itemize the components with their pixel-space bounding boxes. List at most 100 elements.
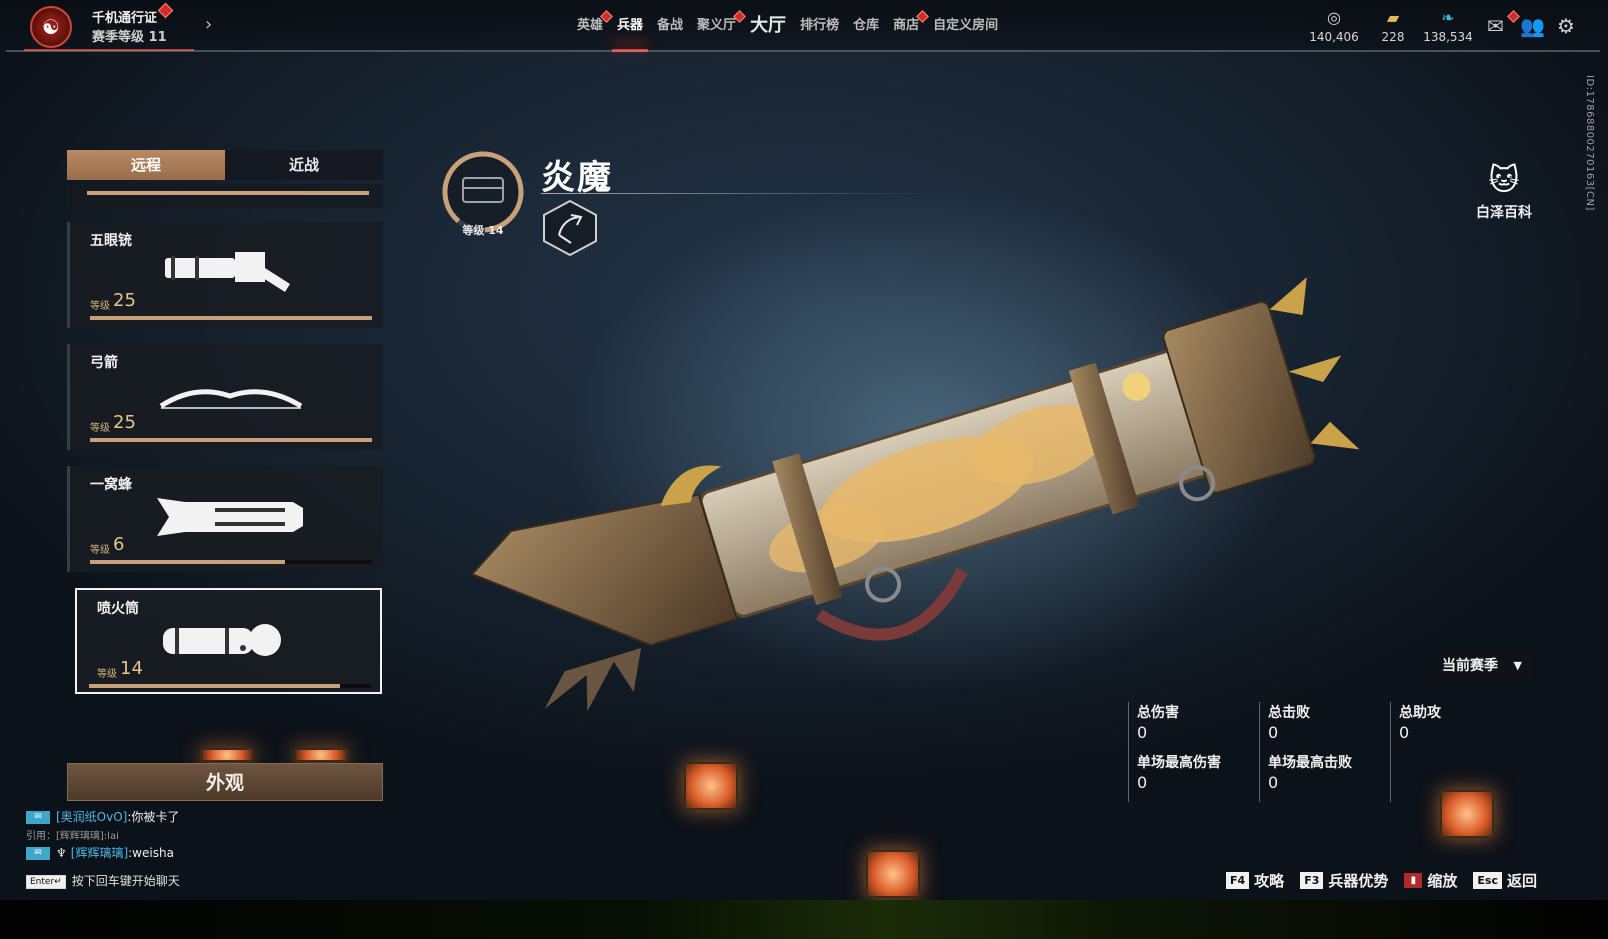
nav-leaderboard[interactable]: 排行榜 [793,0,846,52]
chevron-right-icon[interactable]: › [205,14,212,35]
xp-fill [89,684,340,688]
key-f3: F3 [1300,871,1324,889]
stat-max-damage: 单场最高伤害 0 [1137,752,1221,792]
chat-log[interactable]: ✉ [奥润纸OvO]:你被卡了 引用：[辉辉璃璃]:lai ✉ ♆ [辉辉璃璃]:we… [26,808,366,862]
stat-value: 0 [1137,723,1148,742]
currency-tickets[interactable]: ▰ 228 [1370,8,1416,44]
xp-fill [90,438,372,442]
stat-value: 0 [1268,723,1279,742]
flamethrower-weapon-model [470,277,1360,712]
nav-label: 商店 [893,18,920,33]
rocket-launcher-icon [157,498,303,536]
encyclopedia-button[interactable]: 🐱 白泽百科 [1468,160,1540,222]
weapon-name: 弓箭 [90,355,118,371]
bow-icon [159,389,303,409]
nav-weapons[interactable]: 兵器 [610,0,650,52]
nav-shop[interactable]: 商店 [886,0,929,52]
weapon-stats: 总伤害 0 总击败 0 总助攻 0 单场最高伤害 0 单场最高击败 0 [1128,702,1518,802]
hotkey-zoom[interactable]: ▮ 缩放 [1404,870,1457,890]
battle-pass-logo[interactable]: ☯ [30,6,72,48]
ticket-icon: ▰ [1386,8,1400,27]
weapon-card-five-eye-gun[interactable]: 五眼铳 等级 25 [67,222,383,328]
currency-coins[interactable]: ◎ 140,406 [1304,8,1364,44]
weapon-card-flamethrower[interactable]: 喷火筒 等级 14 [75,588,382,694]
five-eye-gun-icon [165,252,290,292]
weapon-category-tabs: 远程 近战 [67,150,383,180]
stat-label: 单场最高击败 [1268,755,1352,771]
hotkey-label: 缩放 [1427,871,1458,890]
friends-icon[interactable]: 👥 [1520,14,1545,38]
hotkey-guide[interactable]: F4 攻略 [1226,870,1284,890]
currency-feathers[interactable]: ❧ 138,534 [1416,8,1480,44]
guild-emblem-icon: ♆ [56,846,67,860]
divider [6,50,1600,52]
season-level: 赛季等级 11 [92,30,167,45]
nav-custom-room[interactable]: 自定义房间 [926,0,1005,52]
nav-label: 聚义厅 [697,18,737,33]
nav-prepare[interactable]: 备战 [650,0,690,52]
lantern [866,850,920,898]
ranged-weapon-icon[interactable] [541,199,599,257]
chat-hint[interactable]: Enter↵ 按下回车键开始聊天 [26,872,180,889]
enter-key-icon: Enter↵ [26,874,66,889]
nav-label: 排行榜 [800,18,840,33]
weapon-card-bow[interactable]: 弓箭 等级 25 [67,344,383,450]
xp-bar [90,560,372,564]
key-f4: F4 [1226,871,1250,889]
lantern [684,762,738,810]
nav-label: 兵器 [617,18,644,33]
stat-total-kills: 总击败 0 [1268,702,1310,742]
chat-channel-icon: ✉ [26,811,50,824]
stat-total-assists: 总助攻 0 [1399,702,1441,742]
chat-sender[interactable]: [辉辉璃璃] [71,846,128,860]
encyclopedia-label: 白泽百科 [1476,205,1532,221]
xp-bar [90,438,372,442]
appearance-button[interactable]: 外观 [67,763,383,801]
stat-total-damage: 总伤害 0 [1137,702,1179,742]
xp-fill [90,316,372,320]
nav-warehouse[interactable]: 仓库 [846,0,886,52]
divider [541,193,931,194]
season-dropdown[interactable]: 当前赛季 ▼ [1434,651,1532,681]
nav-label: 大厅 [750,15,787,36]
tab-ranged[interactable]: 远程 [67,150,225,180]
mail-icon[interactable]: ✉ [1487,14,1504,38]
gear-icon[interactable]: ⚙ [1557,14,1575,38]
battle-pass-title[interactable]: 千机通行证 [92,7,157,26]
chat-message: ✉ [奥润纸OvO]:你被卡了 [26,808,366,826]
hotkey-weapon-advantage[interactable]: F3 兵器优势 [1300,870,1388,890]
notification-dot [1507,10,1520,23]
chat-message: ✉ ♆ [辉辉璃璃]:weisha [26,844,366,862]
currency-value: 140,406 [1309,30,1359,44]
tab-melee[interactable]: 近战 [225,150,383,180]
level-label: 等级 [90,423,110,434]
chat-text: :weisha [128,846,174,860]
level-value: 14 [120,658,143,679]
nav-heroes[interactable]: 英雄 [570,0,613,52]
chat-sender[interactable]: [奥润纸OvO] [56,810,127,824]
background-strip [0,900,1608,939]
divider [1259,702,1260,802]
weapon-card-partial[interactable] [67,184,383,208]
feather-icon: ❧ [1441,8,1455,27]
flamethrower-icon [163,624,281,656]
nav-label: 备战 [657,18,684,33]
top-bar: ☯ 千机通行证 赛季等级 11 › 英雄 兵器 备战 聚义厅 大厅 排行榜 仓库… [0,0,1608,52]
lantern [294,748,348,762]
hotkey-back[interactable]: Esc 返回 [1473,870,1537,890]
chat-quote-text: 引用：[辉辉璃璃]:lai [26,831,119,842]
nav-guild-hall[interactable]: 聚义厅 [690,0,746,52]
lantern [200,748,254,762]
level-value: 25 [113,412,136,433]
nav-lobby[interactable]: 大厅 [743,0,793,52]
stat-value: 0 [1268,773,1279,792]
weapon-name: 五眼铳 [90,233,132,249]
player-id: ID:178688002701​63[CN] [1584,75,1595,211]
hotkey-label: 返回 [1506,871,1537,890]
currency-value: 138,534 [1423,30,1473,44]
chat-text: :你被卡了 [127,810,180,824]
xp-fill [90,560,285,564]
weapon-level: 等级 14 [462,224,504,237]
weapon-card-rocket-launcher[interactable]: 一窝蜂 等级 6 [67,466,383,572]
nav-label: 自定义房间 [933,18,999,33]
